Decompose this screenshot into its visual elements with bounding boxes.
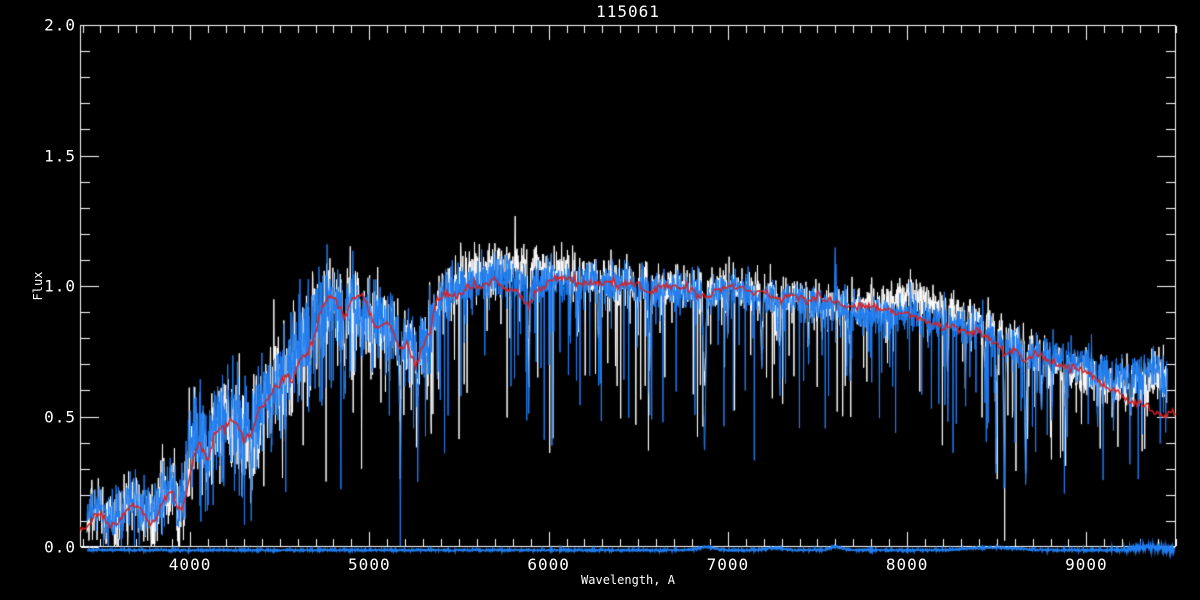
y-tick-label: 0.5 xyxy=(44,407,76,426)
spectrum-plot-canvas xyxy=(0,0,1200,600)
x-tick-label: 8000 xyxy=(885,555,929,574)
x-tick-label: 9000 xyxy=(1065,555,1108,574)
y-tick-label: 1.0 xyxy=(44,276,76,296)
x-tick-label: 6000 xyxy=(527,555,570,574)
spectrum-figure: 115061 Wavelength, A Flux 4000 5000 6000 70… xyxy=(0,0,1200,600)
x-tick-label: 7000 xyxy=(706,555,750,574)
chart-title: 115061 xyxy=(596,2,660,21)
x-tick-label: 5000 xyxy=(348,555,391,574)
x-axis-label: Wavelength, A xyxy=(581,573,675,587)
y-tick-label: 2.0 xyxy=(44,15,76,35)
y-tick-label: 0.0 xyxy=(44,537,76,557)
y-tick-label: 1.5 xyxy=(44,146,76,165)
x-tick-label: 4000 xyxy=(168,555,212,574)
